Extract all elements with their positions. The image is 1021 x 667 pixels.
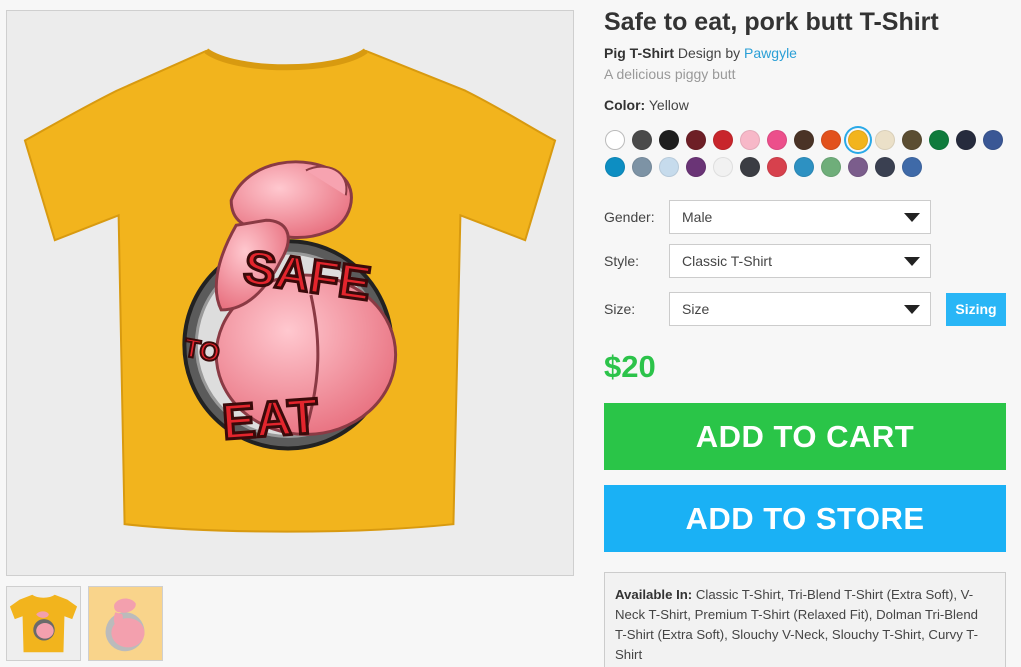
color-label: Color: bbox=[604, 97, 646, 113]
chevron-down-icon bbox=[904, 304, 920, 314]
size-select[interactable]: Size bbox=[669, 292, 931, 326]
color-swatch-heather-green[interactable] bbox=[821, 157, 841, 177]
color-swatch-purple[interactable] bbox=[686, 157, 706, 177]
color-swatch-light-blue[interactable] bbox=[659, 157, 679, 177]
color-swatch-white[interactable] bbox=[605, 130, 625, 150]
add-to-cart-button[interactable]: ADD TO CART bbox=[604, 403, 1006, 470]
color-swatch-red[interactable] bbox=[713, 130, 733, 150]
sizing-button[interactable]: Sizing bbox=[946, 292, 1006, 326]
style-label: Style: bbox=[604, 253, 640, 269]
color-swatch-dark-grey[interactable] bbox=[632, 130, 652, 150]
color-swatches bbox=[605, 130, 1005, 177]
color-swatch-maroon[interactable] bbox=[686, 130, 706, 150]
style-select[interactable]: Classic T-Shirt bbox=[669, 244, 931, 278]
chevron-down-icon bbox=[904, 212, 920, 222]
tshirt-illustration: SAFE TO EAT bbox=[23, 48, 557, 533]
gender-label: Gender: bbox=[604, 209, 655, 225]
color-swatch-heather-blue[interactable] bbox=[794, 157, 814, 177]
color-swatch-brown[interactable] bbox=[794, 130, 814, 150]
gender-value: Male bbox=[682, 209, 713, 225]
color-swatch-yellow[interactable] bbox=[848, 130, 868, 150]
design-name: Pig T-Shirt bbox=[604, 45, 674, 61]
color-swatch-sapphire[interactable] bbox=[605, 157, 625, 177]
design-by-text: Design by bbox=[677, 45, 741, 61]
style-value: Classic T-Shirt bbox=[682, 253, 772, 269]
chevron-down-icon bbox=[904, 256, 920, 266]
color-swatch-heather-white[interactable] bbox=[713, 157, 733, 177]
color-swatch-heather-purple[interactable] bbox=[848, 157, 868, 177]
availability-label: Available In: bbox=[615, 587, 693, 602]
color-swatch-heather-royal[interactable] bbox=[902, 157, 922, 177]
size-row: Size: Size Sizing bbox=[604, 292, 1006, 326]
gender-select[interactable]: Male bbox=[669, 200, 931, 234]
color-swatch-olive[interactable] bbox=[902, 130, 922, 150]
color-swatch-heather-navy[interactable] bbox=[875, 157, 895, 177]
size-label: Size: bbox=[604, 301, 636, 317]
size-value: Size bbox=[682, 301, 710, 317]
color-swatch-black[interactable] bbox=[659, 130, 679, 150]
color-swatch-natural[interactable] bbox=[875, 130, 895, 150]
product-title: Safe to eat, pork butt T-Shirt bbox=[604, 8, 939, 36]
color-swatch-hot-pink[interactable] bbox=[767, 130, 787, 150]
price: $20 bbox=[604, 349, 656, 384]
thumbnail-artwork[interactable] bbox=[88, 586, 163, 661]
availability-box: Available In: Classic T-Shirt, Tri-Blend… bbox=[604, 572, 1006, 667]
color-swatch-light-pink[interactable] bbox=[740, 130, 760, 150]
gender-row: Gender: Male bbox=[604, 200, 931, 234]
style-row: Style: Classic T-Shirt bbox=[604, 244, 931, 278]
thumbnail-tshirt[interactable] bbox=[6, 586, 81, 661]
color-label-row: Color: Yellow bbox=[604, 97, 689, 113]
color-swatch-heather-black[interactable] bbox=[740, 157, 760, 177]
color-swatch-navy[interactable] bbox=[956, 130, 976, 150]
product-image: SAFE TO EAT bbox=[6, 10, 574, 576]
thumbnail-strip bbox=[6, 586, 163, 661]
color-swatch-royal[interactable] bbox=[983, 130, 1003, 150]
graphic-text-eat: EAT bbox=[220, 388, 320, 451]
color-swatch-orange[interactable] bbox=[821, 130, 841, 150]
product-description: A delicious piggy butt bbox=[604, 66, 736, 82]
artist-link[interactable]: Pawgyle bbox=[744, 45, 797, 61]
add-to-store-button[interactable]: ADD TO STORE bbox=[604, 485, 1006, 552]
color-swatch-green[interactable] bbox=[929, 130, 949, 150]
color-swatch-heather-red[interactable] bbox=[767, 157, 787, 177]
design-credit: Pig T-Shirt Design by Pawgyle bbox=[604, 45, 797, 61]
color-value: Yellow bbox=[648, 97, 689, 113]
color-swatch-slate[interactable] bbox=[632, 157, 652, 177]
